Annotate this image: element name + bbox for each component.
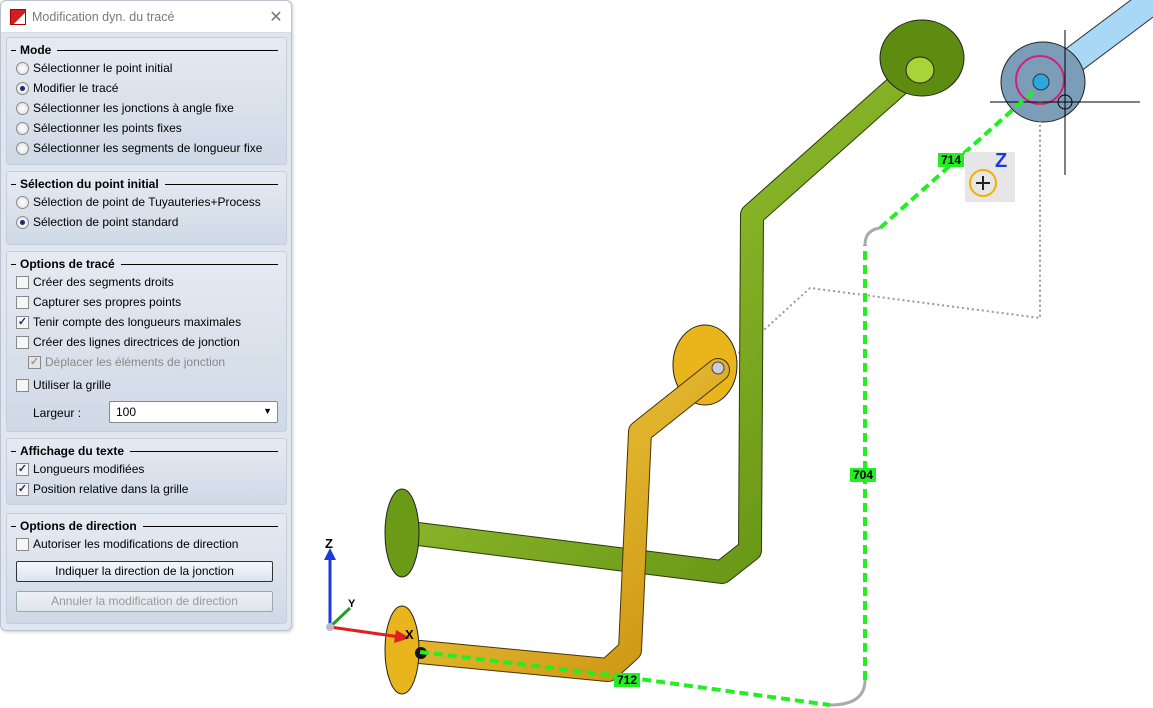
width-value: 100 — [116, 405, 137, 419]
checkbox[interactable]: ✓ — [16, 482, 29, 496]
radio-label: Sélectionner le point initial — [33, 61, 173, 75]
title-bar[interactable]: Modification dyn. du tracé ✕ — [1, 1, 291, 33]
group-title: Options de tracé — [11, 256, 286, 272]
checkbox-modified-lengths[interactable]: ✓ Longueurs modifiées — [16, 459, 286, 479]
snap-axis-label: Z — [995, 150, 1008, 172]
width-select[interactable]: 100 ▼ — [109, 401, 278, 423]
chevron-down-icon[interactable]: ▼ — [263, 406, 272, 416]
blue-pipe[interactable] — [1000, 0, 1153, 123]
radio-button[interactable] — [16, 121, 29, 135]
route-options-group: Options de tracé Créer des segments droi… — [6, 251, 287, 432]
radio-button[interactable] — [16, 61, 29, 75]
route-edit-dialog: Modification dyn. du tracé ✕ Mode Sélect… — [0, 0, 292, 631]
app-icon — [10, 8, 26, 25]
radio-button[interactable] — [16, 215, 29, 229]
radio-fixed-length-segments[interactable]: Sélectionner les segments de longueur fi… — [16, 138, 286, 158]
checkbox-use-grid[interactable]: Utiliser la grille — [16, 375, 286, 395]
radio-button[interactable] — [16, 81, 29, 95]
checkbox-straight-segments[interactable]: Créer des segments droits — [16, 272, 286, 292]
checkbox[interactable] — [16, 295, 29, 309]
group-title: Mode — [11, 42, 286, 58]
checkbox-label: Capturer ses propres points — [33, 295, 182, 309]
text-display-group: Affichage du texte ✓ Longueurs modifiées … — [6, 438, 287, 505]
initial-point-group: Sélection du point initial Sélection de … — [6, 171, 287, 245]
axis-y-label: Y — [348, 598, 356, 610]
checkbox-allow-direction-changes[interactable]: Autoriser les modifications de direction — [16, 534, 286, 554]
radio-select-initial-point[interactable]: Sélectionner le point initial — [16, 58, 286, 78]
checkbox-label: Position relative dans la grille — [33, 482, 189, 496]
checkbox: ✓ — [28, 355, 41, 369]
green-pipe[interactable] — [384, 19, 965, 584]
checkbox-grid-position[interactable]: ✓ Position relative dans la grille — [16, 479, 286, 499]
checkbox[interactable] — [16, 335, 29, 349]
dimension-label[interactable]: 704 — [850, 468, 877, 482]
radio-piping-point[interactable]: Sélection de point de Tuyauteries+Proces… — [16, 192, 286, 212]
dimension-label[interactable]: 714 — [938, 153, 965, 167]
radio-label: Sélection de point de Tuyauteries+Proces… — [33, 195, 261, 209]
radio-label: Sélection de point standard — [33, 215, 179, 229]
guide-line — [719, 100, 1041, 371]
dimension-label[interactable]: 712 — [614, 673, 641, 687]
radio-button[interactable] — [16, 195, 29, 209]
width-label: Largeur : — [33, 406, 82, 420]
close-icon[interactable]: ✕ — [261, 7, 291, 27]
checkbox[interactable] — [16, 378, 29, 392]
radio-button[interactable] — [16, 101, 29, 115]
checkbox[interactable] — [16, 275, 29, 289]
dialog-title: Modification dyn. du tracé — [32, 9, 175, 24]
axis-z-label: Z — [325, 536, 333, 551]
yellow-pipe[interactable] — [384, 324, 738, 695]
radio-label: Sélectionner les segments de longueur fi… — [33, 141, 263, 155]
checkbox[interactable]: ✓ — [16, 315, 29, 329]
radio-fixed-angle-joints[interactable]: Sélectionner les jonctions à angle fixe — [16, 98, 286, 118]
indicate-direction-button[interactable]: Indiquer la direction de la jonction — [16, 561, 273, 582]
radio-label: Modifier le tracé — [33, 81, 119, 95]
checkbox[interactable]: ✓ — [16, 462, 29, 476]
checkbox-label: Tenir compte des longueurs maximales — [33, 315, 242, 329]
radio-standard-point[interactable]: Sélection de point standard — [16, 212, 286, 232]
group-title: Affichage du texte — [11, 443, 286, 459]
checkbox-label: Créer des segments droits — [33, 275, 174, 289]
checkbox-label: Utiliser la grille — [33, 378, 112, 392]
checkbox-label: Autoriser les modifications de direction — [33, 537, 239, 551]
checkbox-label: Créer des lignes directrices de jonction — [33, 335, 240, 349]
checkbox-label: Longueurs modifiées — [33, 462, 145, 476]
radio-label: Sélectionner les points fixes — [33, 121, 182, 135]
checkbox-move-joint-elements: ✓ Déplacer les éléments de jonction — [16, 352, 286, 372]
checkbox-max-lengths[interactable]: ✓ Tenir compte des longueurs maximales — [16, 312, 286, 332]
route-preview — [419, 88, 1037, 707]
group-title: Options de direction — [11, 518, 286, 534]
checkbox[interactable] — [16, 537, 29, 551]
checkbox-capture-points[interactable]: Capturer ses propres points — [16, 292, 286, 312]
axis-x-label: X — [405, 627, 414, 642]
group-title: Sélection du point initial — [11, 176, 286, 192]
radio-label: Sélectionner les jonctions à angle fixe — [33, 101, 234, 115]
checkbox-label: Déplacer les éléments de jonction — [45, 355, 226, 369]
radio-button[interactable] — [16, 141, 29, 155]
direction-group: Options de direction Autoriser les modif… — [6, 513, 287, 624]
radio-fixed-points[interactable]: Sélectionner les points fixes — [16, 118, 286, 138]
mode-group: Mode Sélectionner le point initial Modif… — [6, 37, 287, 165]
checkbox-joint-guides[interactable]: Créer des lignes directrices de jonction — [16, 332, 286, 352]
radio-modify-route[interactable]: Modifier le tracé — [16, 78, 286, 98]
cancel-direction-button: Annuler la modification de direction — [16, 591, 273, 612]
